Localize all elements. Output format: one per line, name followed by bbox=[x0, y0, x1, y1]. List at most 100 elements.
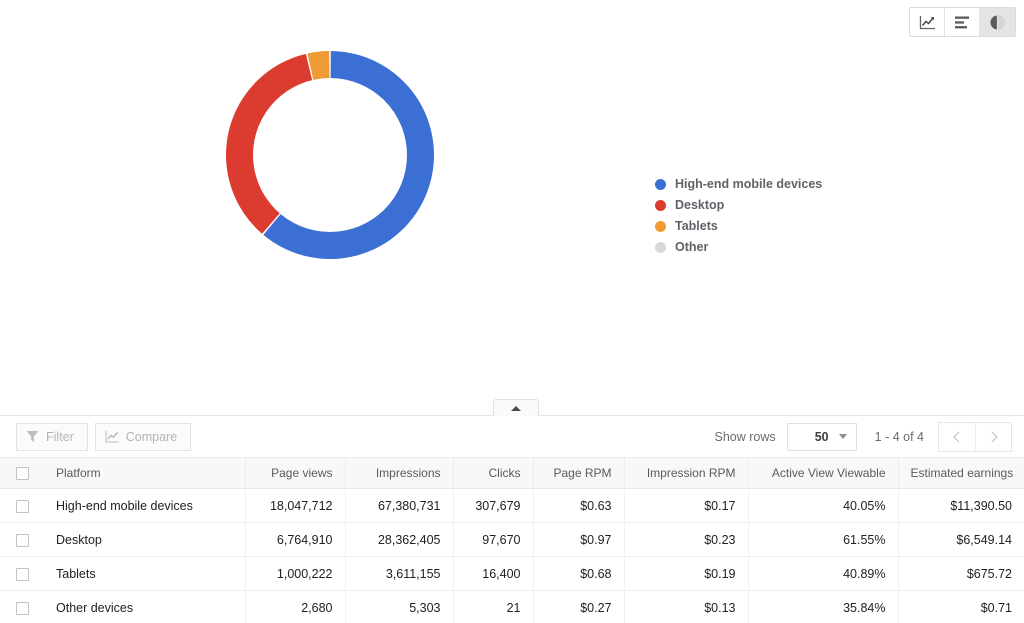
table-row[interactable]: Other devices2,6805,30321$0.27$0.1335.84… bbox=[0, 591, 1024, 623]
donut-label-high-end-mobile-devices: 61.2% bbox=[428, 249, 466, 264]
row-select-cell bbox=[0, 557, 44, 591]
legend-label: Tablets bbox=[675, 219, 718, 233]
chevron-left-icon bbox=[953, 431, 964, 442]
table-header: Platform Page views Impressions Clicks P… bbox=[0, 458, 1024, 489]
chevron-right-icon bbox=[986, 431, 997, 442]
cell-active-view-viewable: 61.55% bbox=[748, 523, 898, 557]
collapse-chart-button[interactable] bbox=[493, 399, 539, 416]
pagination-range-label: 1 - 4 of 4 bbox=[875, 430, 924, 444]
donut-chart-svg bbox=[225, 50, 435, 260]
cell-impression-rpm: $0.19 bbox=[624, 557, 748, 591]
filter-button[interactable]: Filter bbox=[16, 423, 88, 451]
table-toolbar: Filter Compare Show rows 50 bbox=[0, 416, 1024, 457]
column-header-page-rpm[interactable]: Page RPM bbox=[533, 458, 624, 489]
legend-item-other[interactable]: Other bbox=[655, 237, 822, 257]
analytics-report-page: 61.2% 35.2% High-end mobile devices Desk… bbox=[0, 0, 1024, 623]
cell-estimated-earnings: $0.71 bbox=[898, 591, 1024, 623]
column-header-platform[interactable]: Platform bbox=[44, 458, 245, 489]
legend-item-desktop[interactable]: Desktop bbox=[655, 195, 822, 215]
select-all-header-cell bbox=[0, 458, 44, 489]
data-table-panel: Filter Compare Show rows 50 bbox=[0, 415, 1024, 623]
cell-impressions: 5,303 bbox=[345, 591, 453, 623]
legend-color-swatch-icon bbox=[655, 242, 666, 253]
cell-active-view-viewable: 40.89% bbox=[748, 557, 898, 591]
donut-hole bbox=[253, 78, 407, 232]
row-checkbox[interactable] bbox=[16, 568, 29, 581]
cell-page-rpm: $0.68 bbox=[533, 557, 624, 591]
cell-page-views: 2,680 bbox=[245, 591, 345, 623]
cell-clicks: 307,679 bbox=[453, 489, 533, 523]
chevron-down-icon bbox=[839, 434, 847, 439]
legend-label: High-end mobile devices bbox=[675, 177, 822, 191]
cell-platform: Other devices bbox=[44, 591, 245, 623]
chart-legend: High-end mobile devices Desktop Tablets … bbox=[655, 174, 822, 258]
column-header-estimated-earnings[interactable]: Estimated earnings bbox=[898, 458, 1024, 489]
cell-page-views: 1,000,222 bbox=[245, 557, 345, 591]
legend-color-swatch-icon bbox=[655, 221, 666, 232]
cell-clicks: 16,400 bbox=[453, 557, 533, 591]
cell-impressions: 28,362,405 bbox=[345, 523, 453, 557]
donut-chart[interactable] bbox=[225, 50, 435, 260]
table-body: High-end mobile devices18,047,71267,380,… bbox=[0, 489, 1024, 623]
chart-area: 61.2% 35.2% High-end mobile devices Desk… bbox=[0, 0, 1024, 400]
cell-platform: Tablets bbox=[44, 557, 245, 591]
compare-button-label: Compare bbox=[126, 430, 177, 444]
table-row[interactable]: Tablets1,000,2223,611,15516,400$0.68$0.1… bbox=[0, 557, 1024, 591]
row-checkbox[interactable] bbox=[16, 602, 29, 615]
row-checkbox[interactable] bbox=[16, 534, 29, 547]
cell-platform: Desktop bbox=[44, 523, 245, 557]
cell-page-rpm: $0.63 bbox=[533, 489, 624, 523]
caret-up-icon bbox=[511, 406, 521, 411]
cell-clicks: 21 bbox=[453, 591, 533, 623]
cell-active-view-viewable: 40.05% bbox=[748, 489, 898, 523]
column-header-impressions[interactable]: Impressions bbox=[345, 458, 453, 489]
row-checkbox[interactable] bbox=[16, 500, 29, 513]
row-select-cell bbox=[0, 591, 44, 623]
next-page-button[interactable] bbox=[975, 423, 1011, 451]
cell-impression-rpm: $0.17 bbox=[624, 489, 748, 523]
table-row[interactable]: Desktop6,764,91028,362,40597,670$0.97$0.… bbox=[0, 523, 1024, 557]
column-header-active-view-viewable[interactable]: Active View Viewable bbox=[748, 458, 898, 489]
cell-estimated-earnings: $11,390.50 bbox=[898, 489, 1024, 523]
previous-page-button[interactable] bbox=[939, 423, 975, 451]
cell-estimated-earnings: $6,549.14 bbox=[898, 523, 1024, 557]
legend-item-tablets[interactable]: Tablets bbox=[655, 216, 822, 236]
filter-button-label: Filter bbox=[46, 430, 74, 444]
cell-platform: High-end mobile devices bbox=[44, 489, 245, 523]
table-row[interactable]: High-end mobile devices18,047,71267,380,… bbox=[0, 489, 1024, 523]
rows-per-page-select[interactable]: 50 bbox=[787, 423, 857, 451]
compare-button[interactable]: Compare bbox=[95, 423, 191, 451]
rows-per-page-value: 50 bbox=[815, 430, 829, 444]
cell-impression-rpm: $0.13 bbox=[624, 591, 748, 623]
cell-page-views: 6,764,910 bbox=[245, 523, 345, 557]
cell-page-views: 18,047,712 bbox=[245, 489, 345, 523]
cell-clicks: 97,670 bbox=[453, 523, 533, 557]
column-header-impression-rpm[interactable]: Impression RPM bbox=[624, 458, 748, 489]
donut-label-desktop: 35.2% bbox=[183, 174, 221, 189]
cell-impressions: 3,611,155 bbox=[345, 557, 453, 591]
table-toolbar-left: Filter Compare bbox=[16, 423, 191, 451]
select-all-checkbox[interactable] bbox=[16, 467, 29, 480]
platform-metrics-table: Platform Page views Impressions Clicks P… bbox=[0, 457, 1024, 623]
legend-label: Desktop bbox=[675, 198, 724, 212]
cell-page-rpm: $0.97 bbox=[533, 523, 624, 557]
compare-chart-icon bbox=[105, 430, 119, 443]
legend-label: Other bbox=[675, 240, 708, 254]
row-select-cell bbox=[0, 523, 44, 557]
filter-icon bbox=[26, 430, 39, 443]
table-toolbar-right: Show rows 50 1 - 4 of 4 bbox=[715, 416, 1012, 457]
cell-impression-rpm: $0.23 bbox=[624, 523, 748, 557]
cell-estimated-earnings: $675.72 bbox=[898, 557, 1024, 591]
column-header-clicks[interactable]: Clicks bbox=[453, 458, 533, 489]
cell-active-view-viewable: 35.84% bbox=[748, 591, 898, 623]
legend-item-high-end-mobile-devices[interactable]: High-end mobile devices bbox=[655, 174, 822, 194]
row-select-cell bbox=[0, 489, 44, 523]
column-header-page-views[interactable]: Page views bbox=[245, 458, 345, 489]
cell-page-rpm: $0.27 bbox=[533, 591, 624, 623]
pagination-controls bbox=[938, 422, 1012, 452]
table-header-row: Platform Page views Impressions Clicks P… bbox=[0, 458, 1024, 489]
show-rows-label: Show rows bbox=[715, 430, 776, 444]
legend-color-swatch-icon bbox=[655, 179, 666, 190]
legend-color-swatch-icon bbox=[655, 200, 666, 211]
cell-impressions: 67,380,731 bbox=[345, 489, 453, 523]
